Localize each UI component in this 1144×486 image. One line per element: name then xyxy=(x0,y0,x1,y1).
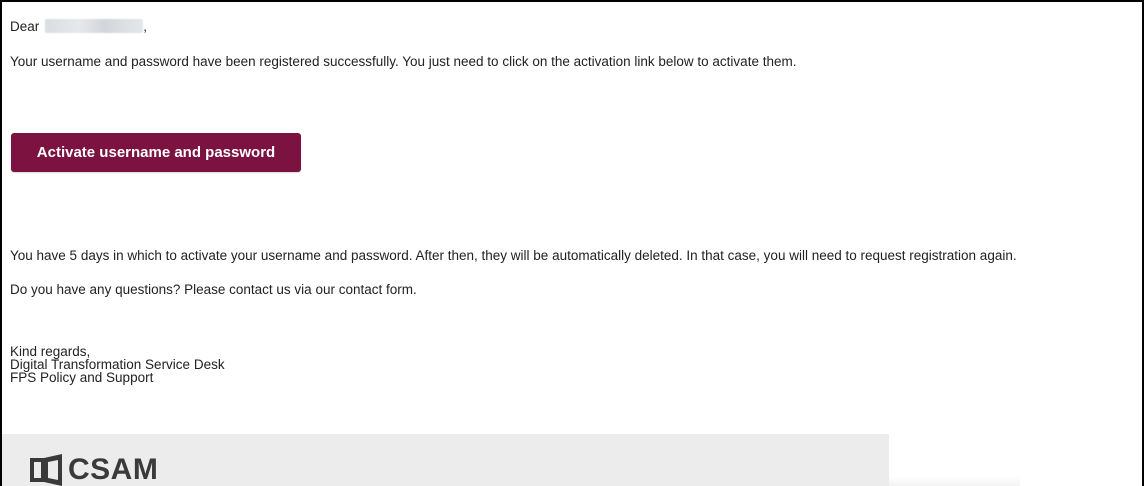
csam-logo-icon xyxy=(30,454,62,486)
greeting: Dear, xyxy=(10,19,147,35)
email-window: Dear, Your username and password have be… xyxy=(0,0,1144,486)
footer-band-fade xyxy=(780,476,1020,486)
greeting-prefix: Dear xyxy=(10,19,40,34)
contact-notice: Do you have any questions? Please contac… xyxy=(10,282,417,297)
csam-logo: CSAM xyxy=(28,452,158,486)
redacted-name xyxy=(45,19,144,33)
signature: Kind regards, Digital Transformation Ser… xyxy=(10,345,225,385)
signature-line-3: FPS Policy and Support xyxy=(10,370,154,385)
expiry-notice: You have 5 days in which to activate you… xyxy=(10,248,1017,263)
greeting-suffix: , xyxy=(143,19,148,34)
registration-message: Your username and password have been reg… xyxy=(10,54,797,69)
activate-button[interactable]: Activate username and password xyxy=(11,133,301,172)
csam-logo-text: CSAM xyxy=(68,453,159,486)
